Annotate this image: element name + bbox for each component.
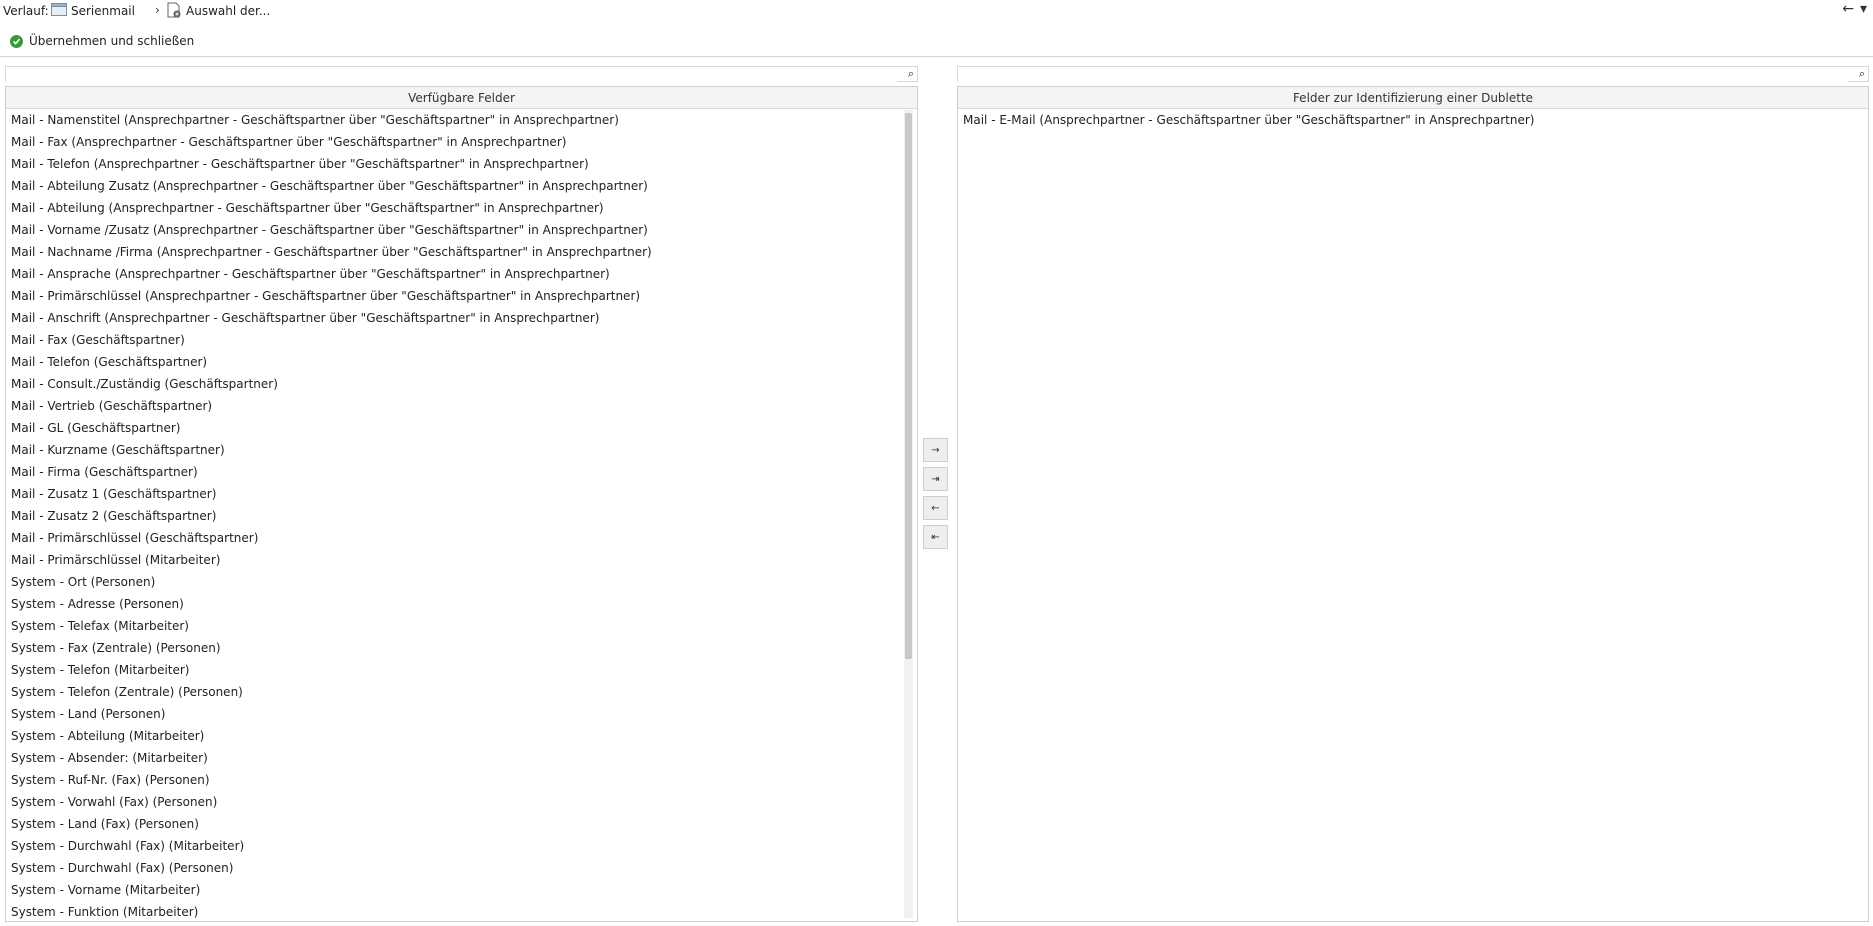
list-item[interactable]: Mail - E-Mail (Ansprechpartner - Geschäf… [958,109,1868,131]
list-item[interactable]: System - Telefon (Mitarbeiter) [6,659,917,681]
breadcrumb-item-label: Auswahl der... [186,4,271,18]
list-item[interactable]: Mail - Ansprache (Ansprechpartner - Gesc… [6,263,917,285]
scrollbar-thumb[interactable] [905,113,912,659]
list-item[interactable]: Mail - Telefon (Ansprechpartner - Geschä… [6,153,917,175]
list-item[interactable]: Mail - Fax (Geschäftspartner) [6,329,917,351]
search-icon[interactable]: ⌕ [1859,67,1865,81]
apply-and-close-button[interactable]: Übernehmen und schließen [10,34,194,48]
list-item[interactable]: System - Abteilung (Mitarbeiter) [6,725,917,747]
list-item[interactable]: System - Absender: (Mitarbeiter) [6,747,917,769]
duplicate-fields-search: ⌕ [957,66,1869,82]
list-item[interactable]: System - Fax (Zentrale) (Personen) [6,637,917,659]
list-item[interactable]: System - Land (Personen) [6,703,917,725]
window-icon [51,3,67,19]
list-item[interactable]: System - Land (Fax) (Personen) [6,813,917,835]
list-item[interactable]: Mail - Firma (Geschäftspartner) [6,461,917,483]
list-item[interactable]: System - Adresse (Personen) [6,593,917,615]
breadcrumb-item-auswahl[interactable]: Auswahl der... [166,2,270,20]
list-item[interactable]: Mail - Vertrieb (Geschäftspartner) [6,395,917,417]
toolbar-divider [0,56,1873,57]
duplicate-fields-header: Felder zur Identifizierung einer Dublett… [958,87,1868,109]
list-item[interactable]: Mail - Zusatz 2 (Geschäftspartner) [6,505,917,527]
list-item[interactable]: Mail - Vorname /Zusatz (Ansprechpartner … [6,219,917,241]
list-item[interactable]: Mail - Anschrift (Ansprechpartner - Gesc… [6,307,917,329]
breadcrumb-item-label: Serienmail [71,4,135,18]
chevron-right-icon: › [155,3,160,17]
available-fields-panel: Verfügbare Felder Mail - Namenstitel (An… [5,86,918,922]
toolbar: Übernehmen und schließen [0,28,194,54]
list-item[interactable]: System - Telefax (Mitarbeiter) [6,615,917,637]
transfer-buttons: → ⇥ ← ⇤ [923,438,948,549]
checkmark-circle-icon [10,34,23,48]
list-item[interactable]: System - Funktion (Mitarbeiter) [6,901,917,921]
list-item[interactable]: Mail - Zusatz 1 (Geschäftspartner) [6,483,917,505]
list-item[interactable]: Mail - Telefon (Geschäftspartner) [6,351,917,373]
list-item[interactable]: Mail - Primärschlüssel (Geschäftspartner… [6,527,917,549]
history-bar: Verlauf: Serienmail › Auswahl der... ← ▾ [0,0,1873,22]
list-item[interactable]: System - Durchwahl (Fax) (Personen) [6,857,917,879]
list-item[interactable]: Mail - Kurzname (Geschäftspartner) [6,439,917,461]
list-item[interactable]: Mail - Nachname /Firma (Ansprechpartner … [6,241,917,263]
list-item[interactable]: Mail - Namenstitel (Ansprechpartner - Ge… [6,109,917,131]
dropdown-menu-icon[interactable]: ▾ [1860,1,1867,17]
remove-all-button[interactable]: ⇤ [923,525,948,549]
document-gear-icon [166,2,182,21]
back-arrow-icon[interactable]: ← [1842,1,1854,17]
search-icon[interactable]: ⌕ [908,67,914,81]
add-all-button[interactable]: ⇥ [923,467,948,491]
list-item[interactable]: Mail - Primärschlüssel (Ansprechpartner … [6,285,917,307]
list-item[interactable]: System - Ruf-Nr. (Fax) (Personen) [6,769,917,791]
list-item[interactable]: Mail - Primärschlüssel (Mitarbeiter) [6,549,917,571]
list-item[interactable]: System - Telefon (Zentrale) (Personen) [6,681,917,703]
list-item[interactable]: Mail - Abteilung Zusatz (Ansprechpartner… [6,175,917,197]
list-item[interactable]: Mail - Fax (Ansprechpartner - Geschäftsp… [6,131,917,153]
list-item[interactable]: Mail - GL (Geschäftspartner) [6,417,917,439]
available-fields-search-input[interactable] [6,67,897,82]
top-right-controls: ← ▾ [1842,1,1867,17]
available-fields-header: Verfügbare Felder [6,87,917,109]
breadcrumb-item-serienmail[interactable]: Serienmail [51,2,135,20]
duplicate-fields-list: Mail - E-Mail (Ansprechpartner - Geschäf… [958,109,1868,131]
add-selected-button[interactable]: → [923,438,948,462]
list-item[interactable]: System - Vorwahl (Fax) (Personen) [6,791,917,813]
available-fields-search: ⌕ [5,66,918,82]
apply-and-close-label: Übernehmen und schließen [29,34,195,48]
list-item[interactable]: System - Ort (Personen) [6,571,917,593]
list-item[interactable]: Mail - Abteilung (Ansprechpartner - Gesc… [6,197,917,219]
list-item[interactable]: System - Durchwahl (Fax) (Mitarbeiter) [6,835,917,857]
list-item[interactable]: Mail - Consult./Zuständig (Geschäftspart… [6,373,917,395]
available-fields-list: Mail - Namenstitel (Ansprechpartner - Ge… [6,109,917,921]
list-item[interactable]: System - Vorname (Mitarbeiter) [6,879,917,901]
duplicate-fields-search-input[interactable] [958,67,1848,82]
remove-selected-button[interactable]: ← [923,496,948,520]
duplicate-fields-panel: Felder zur Identifizierung einer Dublett… [957,86,1869,922]
breadcrumb-label: Verlauf: [3,4,49,18]
